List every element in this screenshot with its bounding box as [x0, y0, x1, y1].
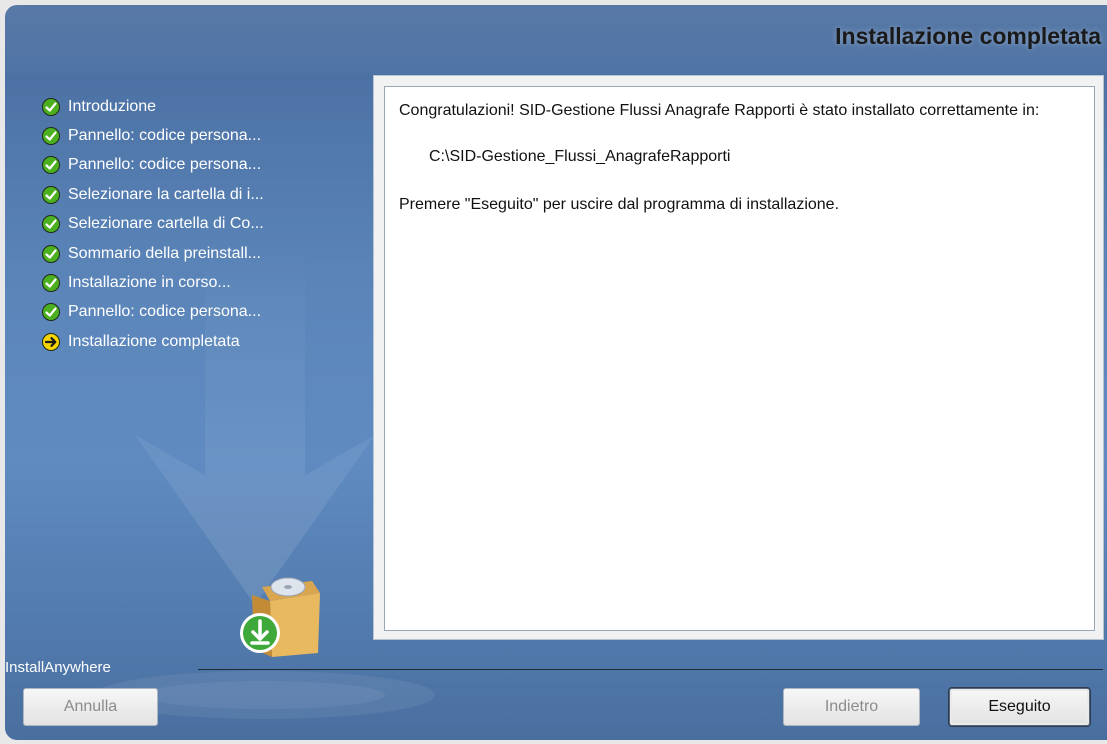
- step-item: Pannello: codice persona...: [41, 151, 361, 180]
- check-circle-icon: [42, 274, 60, 293]
- step-item: Selezionare la cartella di i...: [41, 180, 361, 209]
- cancel-button[interactable]: Annulla: [23, 688, 158, 726]
- step-item: Sommario della preinstall...: [41, 239, 361, 268]
- congrats-message: Congratulazioni! SID-Gestione Flussi Ana…: [399, 102, 1040, 119]
- step-item: Pannello: codice persona...: [41, 298, 361, 327]
- arrow-right-circle-icon: [42, 332, 60, 351]
- step-item: Installazione completata: [41, 327, 361, 356]
- check-circle-icon: [42, 185, 60, 204]
- step-label: Pannello: codice persona...: [68, 156, 262, 174]
- step-item: Installazione in corso...: [41, 268, 361, 297]
- check-circle-icon: [42, 303, 60, 322]
- brand-bar: InstallAnywhere: [5, 659, 1107, 679]
- back-button[interactable]: Indietro: [783, 688, 920, 726]
- page-title: Installazione completata: [835, 23, 1101, 49]
- step-item: Selezionare cartella di Co...: [41, 210, 361, 239]
- installer-window: Installazione completata Introduzione Pan…: [0, 0, 1107, 744]
- step-label: Sommario della preinstall...: [68, 244, 261, 262]
- check-circle-icon: [42, 215, 60, 234]
- step-label: Selezionare la cartella di i...: [68, 185, 264, 203]
- install-path: C:\SID-Gestione_Flussi_AnagrafeRapporti: [429, 148, 731, 165]
- message-area: Congratulazioni! SID-Gestione Flussi Ana…: [384, 86, 1095, 631]
- step-item: Introduzione: [41, 92, 361, 121]
- brand-label: InstallAnywhere: [5, 659, 111, 676]
- step-item: Pannello: codice persona...: [41, 121, 361, 150]
- step-label: Introduzione: [68, 97, 157, 115]
- installer-box-icon: [240, 577, 320, 657]
- step-label: Installazione in corso...: [68, 274, 231, 292]
- brand-divider: [198, 669, 1103, 670]
- step-label: Pannello: codice persona...: [68, 303, 262, 321]
- check-circle-icon: [42, 244, 60, 263]
- step-label: Selezionare cartella di Co...: [68, 215, 264, 233]
- check-circle-icon: [42, 127, 60, 146]
- check-circle-icon: [42, 97, 60, 116]
- step-label: Pannello: codice persona...: [68, 127, 262, 145]
- steps-list: Introduzione Pannello: codice persona... P…: [41, 92, 361, 357]
- content-panel: Congratulazioni! SID-Gestione Flussi Ana…: [373, 75, 1104, 640]
- done-button[interactable]: Eseguito: [949, 688, 1090, 726]
- title-bar: Installazione completata: [5, 5, 1107, 73]
- exit-hint: Premere "Eseguito" per uscire dal progra…: [399, 196, 840, 213]
- step-label: Installazione completata: [68, 332, 240, 350]
- installer-background: Installazione completata Introduzione Pan…: [5, 5, 1107, 740]
- check-circle-icon: [42, 156, 60, 175]
